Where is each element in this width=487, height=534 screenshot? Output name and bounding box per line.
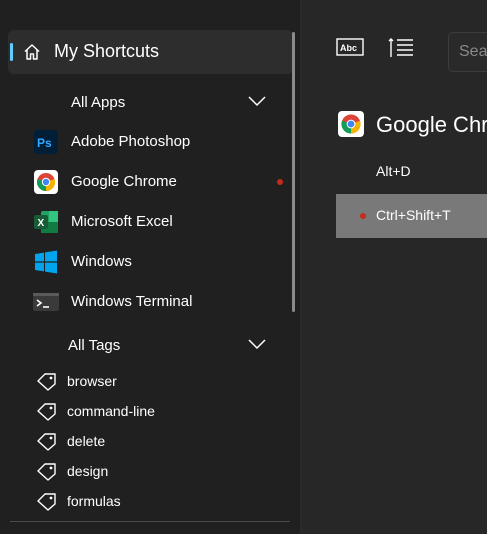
sidebar-item-label: Google Chrome	[71, 173, 177, 190]
sidebar-item-label: Windows	[71, 253, 132, 270]
chevron-down-icon[interactable]	[246, 335, 268, 353]
sidebar-item-label: Windows Terminal	[71, 293, 193, 310]
sidebar: My Shortcuts All Apps Ps Adobe Photoshop	[0, 0, 300, 534]
sidebar-item-adobe-photoshop[interactable]: Ps Adobe Photoshop	[0, 122, 290, 162]
svg-text:X: X	[38, 218, 45, 229]
tag-icon	[36, 401, 58, 421]
sidebar-item-my-shortcuts[interactable]: My Shortcuts	[8, 30, 293, 74]
group-label: All Tags	[68, 337, 121, 354]
sidebar-scrollbar[interactable]	[292, 32, 295, 312]
unsaved-indicator-dot	[360, 213, 366, 219]
main-content: Abc Sea Google Chr Alt+D Ctrl+Shift+T	[302, 0, 487, 534]
list-view-icon	[388, 38, 416, 64]
sidebar-item-label: Microsoft Excel	[71, 213, 173, 230]
app-heading: Google Chr	[338, 110, 487, 140]
sidebar-divider	[10, 521, 290, 522]
sidebar-tag-browser[interactable]: browser	[0, 366, 290, 396]
tag-label: command-line	[67, 403, 155, 419]
text-view-button[interactable]: Abc	[336, 36, 368, 66]
selection-accent	[10, 43, 13, 61]
excel-icon: X	[33, 210, 59, 234]
sidebar-tag-command-line[interactable]: command-line	[0, 396, 290, 426]
sidebar-item-windows-terminal[interactable]: Windows Terminal	[0, 282, 290, 322]
shortcut-keys: Alt+D	[376, 163, 411, 179]
sidebar-item-label: Adobe Photoshop	[71, 133, 191, 150]
search-input[interactable]: Sea	[448, 32, 487, 72]
tag-label: design	[67, 463, 109, 479]
group-label: All Apps	[71, 94, 126, 111]
sidebar-tag-formulas[interactable]: formulas	[0, 486, 290, 516]
all-tags-group-header[interactable]: All Tags	[0, 331, 290, 361]
sidebar-tag-design[interactable]: design	[0, 456, 290, 486]
chrome-icon	[33, 170, 59, 194]
app-title: Google Chr	[376, 112, 487, 137]
tag-icon	[36, 461, 58, 481]
photoshop-icon: Ps	[33, 130, 59, 154]
tag-label: delete	[67, 433, 106, 449]
shortcut-row[interactable]: Ctrl+Shift+T	[336, 194, 487, 238]
sidebar-item-google-chrome[interactable]: Google Chrome	[0, 162, 290, 202]
tag-label: formulas	[67, 493, 121, 509]
shortcut-row[interactable]: Alt+D	[336, 150, 487, 194]
sidebar-item-windows[interactable]: Windows	[0, 242, 290, 282]
svg-text:Ps: Ps	[37, 136, 52, 150]
unsaved-indicator-dot	[277, 179, 283, 185]
svg-text:Abc: Abc	[340, 43, 357, 53]
search-placeholder: Sea	[459, 43, 487, 60]
abc-view-icon: Abc	[336, 38, 364, 62]
list-view-button[interactable]	[388, 36, 420, 66]
tag-icon	[36, 431, 58, 451]
chevron-down-icon[interactable]	[246, 92, 268, 110]
shortcut-keys: Ctrl+Shift+T	[376, 207, 451, 223]
tag-label: browser	[67, 373, 117, 389]
home-icon	[22, 42, 42, 62]
sidebar-tag-delete[interactable]: delete	[0, 426, 290, 456]
terminal-icon	[33, 290, 59, 314]
tag-icon	[36, 371, 58, 391]
tag-icon	[36, 491, 58, 511]
windows-icon	[33, 250, 59, 274]
chrome-icon	[338, 111, 364, 137]
sidebar-item-microsoft-excel[interactable]: X Microsoft Excel	[0, 202, 290, 242]
sidebar-item-label: My Shortcuts	[54, 41, 160, 61]
all-apps-group-header[interactable]: All Apps	[0, 88, 290, 118]
